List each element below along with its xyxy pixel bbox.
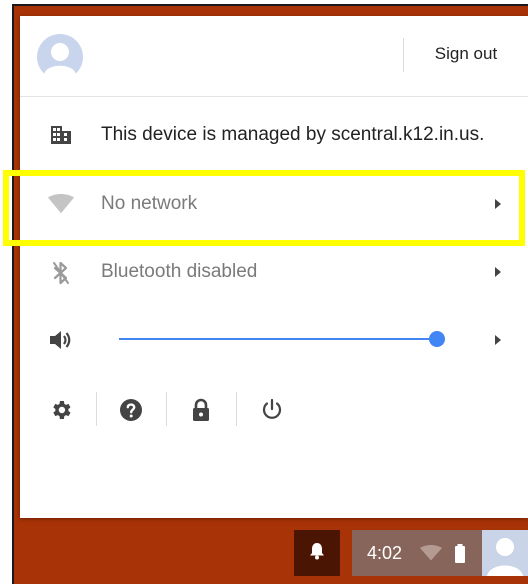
bluetooth-icon [48,260,74,286]
building-icon [48,122,74,148]
highlight-box [3,170,525,246]
volume-slider-thumb[interactable] [429,331,445,347]
chevron-right-icon [491,265,505,279]
divider [236,392,237,426]
bluetooth-row[interactable] [20,240,528,306]
bluetooth-label: Bluetooth disabled [101,261,258,282]
gear-icon[interactable] [48,397,74,423]
sign-out-button[interactable]: Sign out [416,44,516,64]
chevron-right-icon[interactable] [491,333,505,347]
status-tray-button[interactable]: 4:02 [352,530,528,576]
wifi-icon [420,545,442,566]
divider [403,38,404,72]
user-avatar-icon[interactable] [37,34,83,81]
bell-icon [309,542,325,565]
notifications-button[interactable] [294,530,340,576]
user-row: Sign out [20,16,528,97]
lock-icon[interactable] [188,397,214,423]
managed-device-label: This device is managed by scentral.k12.i… [101,124,485,145]
speaker-icon[interactable] [48,327,74,353]
system-tray-menu: Sign out This device is managed by scent… [20,16,528,518]
avatar-icon [482,530,528,576]
battery-icon [454,544,466,568]
clock: 4:02 [367,543,403,563]
screen: Sign out This device is managed by scent… [0,0,528,584]
volume-slider[interactable] [119,331,445,347]
divider [96,392,97,426]
help-icon[interactable] [118,397,144,423]
power-icon[interactable] [259,397,285,423]
volume-slider-fill [119,338,437,340]
divider [166,392,167,426]
